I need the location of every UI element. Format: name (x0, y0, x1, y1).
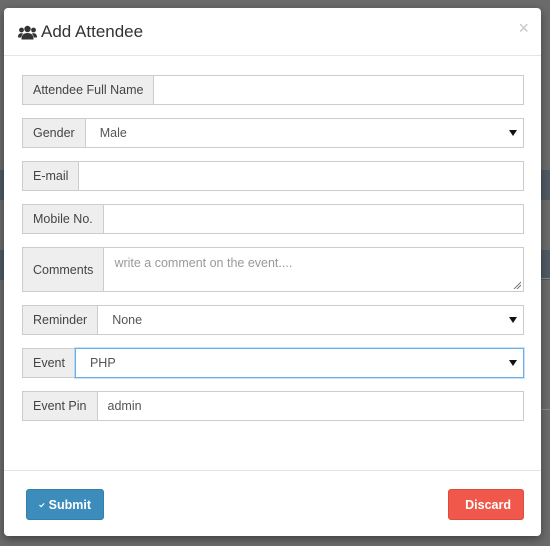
reminder-selected-value: None (112, 313, 143, 327)
email-group: E-mail (22, 161, 524, 191)
background-divider (540, 409, 550, 410)
caret-down-icon (509, 360, 517, 366)
check-icon (39, 502, 45, 507)
gender-selected-value: Male (99, 126, 127, 140)
caret-down-icon (509, 317, 517, 323)
full-name-label: Attendee Full Name (22, 75, 154, 105)
event-label: Event (22, 348, 75, 378)
email-label: E-mail (22, 161, 79, 191)
submit-label: Submit (48, 497, 91, 512)
full-name-group: Attendee Full Name (22, 75, 524, 105)
modal-title-text: Add Attendee (41, 22, 144, 41)
event-selected-value: PHP (89, 356, 116, 370)
reminder-label: Reminder (22, 305, 98, 335)
attendee-form: Attendee Full Name Gender Male E-mail Mo… (22, 75, 524, 434)
add-attendee-modal: Add Attendee × Attendee Full Name Gender… (4, 8, 541, 536)
comments-textarea[interactable]: write a comment on the event.... (103, 247, 524, 292)
event-pin-label: Event Pin (22, 391, 97, 421)
gender-label: Gender (22, 118, 85, 148)
discard-button[interactable]: Discard (448, 489, 524, 520)
event-select[interactable]: PHP (74, 348, 524, 378)
discard-label: Discard (465, 497, 511, 512)
caret-down-icon (509, 130, 517, 136)
comments-placeholder: write a comment on the event.... (114, 256, 293, 270)
reminder-select[interactable]: None (97, 305, 524, 335)
event-pin-field[interactable]: admin (96, 391, 524, 421)
mobile-group: Mobile No. (22, 204, 524, 234)
full-name-input[interactable] (153, 75, 524, 105)
email-field[interactable] (78, 161, 524, 191)
gender-group: Gender Male (22, 118, 524, 148)
modal-footer: Submit Discard (4, 470, 541, 536)
comments-group: Comments write a comment on the event...… (22, 247, 524, 292)
submit-button[interactable]: Submit (26, 489, 104, 520)
mobile-label: Mobile No. (22, 204, 103, 234)
close-icon[interactable]: × (518, 19, 529, 37)
users-icon (18, 25, 37, 39)
resize-grip-icon[interactable] (513, 281, 521, 289)
event-pin-group: Event Pin admin (22, 391, 524, 421)
event-group: Event PHP (22, 348, 524, 378)
mobile-field[interactable] (102, 204, 524, 234)
gender-select[interactable]: Male (84, 118, 524, 148)
reminder-group: Reminder None (22, 305, 524, 335)
comments-label: Comments (22, 247, 104, 292)
background-divider (540, 278, 550, 279)
modal-title: Add Attendee (18, 22, 143, 42)
modal-header: Add Attendee × (4, 8, 541, 56)
